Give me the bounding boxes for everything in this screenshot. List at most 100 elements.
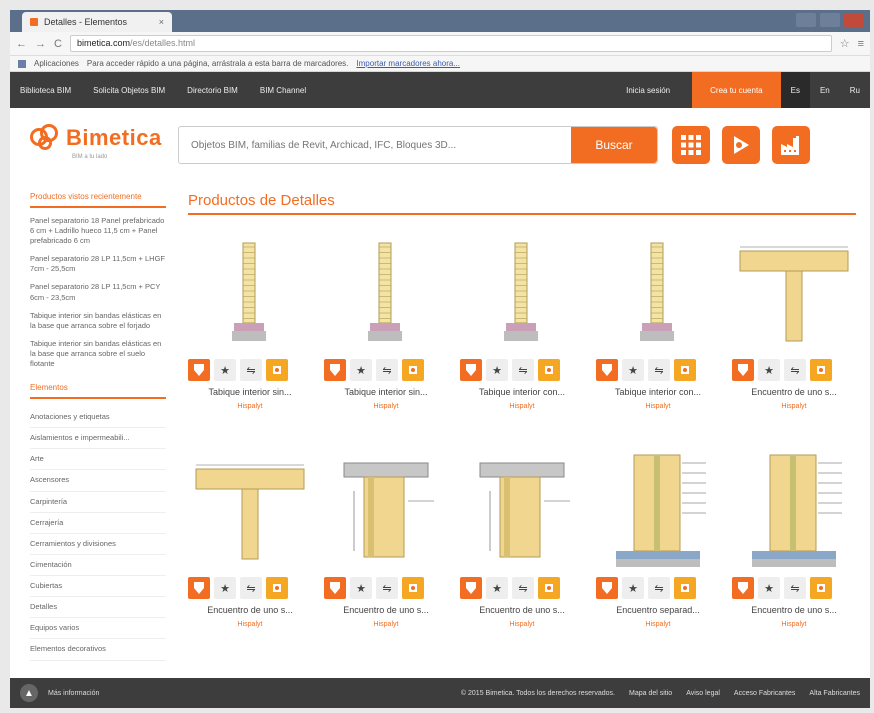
recent-product-link[interactable]: Tabique interior sin bandas elásticas en…: [30, 311, 166, 331]
topnav-item[interactable]: BIM Channel: [260, 86, 306, 95]
download-icon[interactable]: [188, 577, 210, 599]
product-card[interactable]: ★ ⇋ Encuentro de uno s... Hispalyt: [732, 451, 856, 657]
bim-object-icon[interactable]: [810, 577, 832, 599]
download-icon[interactable]: [732, 577, 754, 599]
bim-object-icon[interactable]: [402, 359, 424, 381]
product-thumbnail[interactable]: [324, 233, 448, 353]
topnav-item[interactable]: Directorio BIM: [187, 86, 238, 95]
category-link[interactable]: Aislamientos e impermeabili...: [30, 428, 166, 450]
product-brand[interactable]: Hispalyt: [596, 621, 720, 628]
category-link[interactable]: Anotaciones y etiquetas: [30, 407, 166, 429]
product-card[interactable]: ★ ⇋ Encuentro separad... Hispalyt: [596, 451, 720, 657]
bimetica-logo[interactable]: Bimetica BIM a tu lado: [28, 122, 162, 160]
bim-object-icon[interactable]: [674, 359, 696, 381]
search-input[interactable]: [179, 127, 571, 163]
menu-icon[interactable]: ≡: [858, 38, 864, 50]
back-icon[interactable]: ←: [16, 38, 27, 50]
apps-icon[interactable]: [18, 60, 26, 68]
product-name[interactable]: Encuentro de uno s...: [732, 387, 856, 397]
reload-icon[interactable]: C: [54, 38, 62, 50]
bim-object-icon[interactable]: [538, 577, 560, 599]
product-thumbnail[interactable]: [188, 233, 312, 353]
download-icon[interactable]: [460, 359, 482, 381]
download-icon[interactable]: [324, 577, 346, 599]
bim-object-icon[interactable]: [402, 577, 424, 599]
login-link[interactable]: Inicia sesión: [604, 86, 692, 95]
category-link[interactable]: Cerrajería: [30, 513, 166, 534]
recent-product-link[interactable]: Panel separatorio 28 LP 11,5cm + LHGF 7c…: [30, 254, 166, 274]
search-button[interactable]: Buscar: [571, 127, 657, 163]
product-brand[interactable]: Hispalyt: [188, 403, 312, 410]
bim-object-icon[interactable]: [266, 577, 288, 599]
recent-product-link[interactable]: Tabique interior sin bandas elásticas en…: [30, 339, 166, 369]
product-brand[interactable]: Hispalyt: [596, 403, 720, 410]
bim-object-icon[interactable]: [674, 577, 696, 599]
lang-en[interactable]: En: [810, 72, 840, 108]
category-link[interactable]: Cimentación: [30, 555, 166, 577]
grid-catalog-icon[interactable]: [672, 126, 710, 164]
product-brand[interactable]: Hispalyt: [324, 621, 448, 628]
product-card[interactable]: ★ ⇋ Tabique interior sin... Hispalyt: [188, 233, 312, 439]
more-info-link[interactable]: Más información: [48, 690, 99, 697]
product-name[interactable]: Encuentro de uno s...: [324, 605, 448, 615]
lang-es[interactable]: Es: [780, 72, 810, 108]
category-link[interactable]: Equipos varios: [30, 618, 166, 640]
category-link[interactable]: Cerramientos y divisiones: [30, 534, 166, 555]
star-icon[interactable]: ★: [758, 577, 780, 599]
product-card[interactable]: ★ ⇋ Encuentro de uno s... Hispalyt: [732, 233, 856, 439]
browser-tab[interactable]: Detalles - Elementos ×: [22, 12, 172, 32]
footer-link-manufacturer-signup[interactable]: Alta Fabricantes: [809, 690, 860, 697]
product-name[interactable]: Encuentro de uno s...: [460, 605, 584, 615]
product-name[interactable]: Encuentro de uno s...: [732, 605, 856, 615]
product-brand[interactable]: Hispalyt: [732, 403, 856, 410]
download-icon[interactable]: [596, 577, 618, 599]
star-icon[interactable]: ★: [622, 359, 644, 381]
forward-icon[interactable]: →: [35, 38, 46, 50]
product-brand[interactable]: Hispalyt: [732, 621, 856, 628]
product-card[interactable]: ★ ⇋ Encuentro de uno s... Hispalyt: [460, 451, 584, 657]
category-link[interactable]: Elementos decorativos: [30, 639, 166, 661]
import-bookmarks-link[interactable]: Importar marcadores ahora...: [356, 59, 460, 68]
compare-icon[interactable]: ⇋: [240, 359, 262, 381]
product-thumbnail[interactable]: [596, 233, 720, 353]
tab-close-icon[interactable]: ×: [159, 17, 164, 27]
maximize-icon[interactable]: [820, 13, 840, 27]
download-icon[interactable]: [596, 359, 618, 381]
download-icon[interactable]: [732, 359, 754, 381]
category-link[interactable]: Arte: [30, 449, 166, 471]
compare-icon[interactable]: ⇋: [648, 359, 670, 381]
product-card[interactable]: ★ ⇋ Tabique interior sin... Hispalyt: [324, 233, 448, 439]
close-window-icon[interactable]: [844, 13, 864, 27]
star-icon[interactable]: ★: [214, 359, 236, 381]
product-brand[interactable]: Hispalyt: [460, 621, 584, 628]
product-brand[interactable]: Hispalyt: [188, 621, 312, 628]
bim-object-icon[interactable]: [266, 359, 288, 381]
product-card[interactable]: ★ ⇋ Encuentro de uno s... Hispalyt: [324, 451, 448, 657]
compare-icon[interactable]: ⇋: [376, 359, 398, 381]
bim-channel-play-icon[interactable]: [722, 126, 760, 164]
product-thumbnail[interactable]: [596, 451, 720, 571]
product-thumbnail[interactable]: [732, 233, 856, 353]
compare-icon[interactable]: ⇋: [784, 359, 806, 381]
download-icon[interactable]: [460, 577, 482, 599]
bim-object-icon[interactable]: [810, 359, 832, 381]
product-card[interactable]: ★ ⇋ Encuentro de uno s... Hispalyt: [188, 451, 312, 657]
compare-icon[interactable]: ⇋: [376, 577, 398, 599]
compare-icon[interactable]: ⇋: [512, 359, 534, 381]
product-name[interactable]: Encuentro de uno s...: [188, 605, 312, 615]
recent-product-link[interactable]: Panel separatorio 28 LP 11,5cm + PCY 6cm…: [30, 282, 166, 302]
star-icon[interactable]: ★: [486, 359, 508, 381]
product-brand[interactable]: Hispalyt: [460, 403, 584, 410]
category-link[interactable]: Carpintería: [30, 492, 166, 513]
download-icon[interactable]: [324, 359, 346, 381]
star-icon[interactable]: ★: [622, 577, 644, 599]
product-card[interactable]: ★ ⇋ Tabique interior con... Hispalyt: [596, 233, 720, 439]
scroll-up-icon[interactable]: ▲: [20, 684, 38, 702]
star-icon[interactable]: ★: [214, 577, 236, 599]
compare-icon[interactable]: ⇋: [512, 577, 534, 599]
topnav-item[interactable]: Biblioteca BIM: [20, 86, 71, 95]
download-icon[interactable]: [188, 359, 210, 381]
product-thumbnail[interactable]: [324, 451, 448, 571]
product-card[interactable]: ★ ⇋ Tabique interior con... Hispalyt: [460, 233, 584, 439]
compare-icon[interactable]: ⇋: [648, 577, 670, 599]
